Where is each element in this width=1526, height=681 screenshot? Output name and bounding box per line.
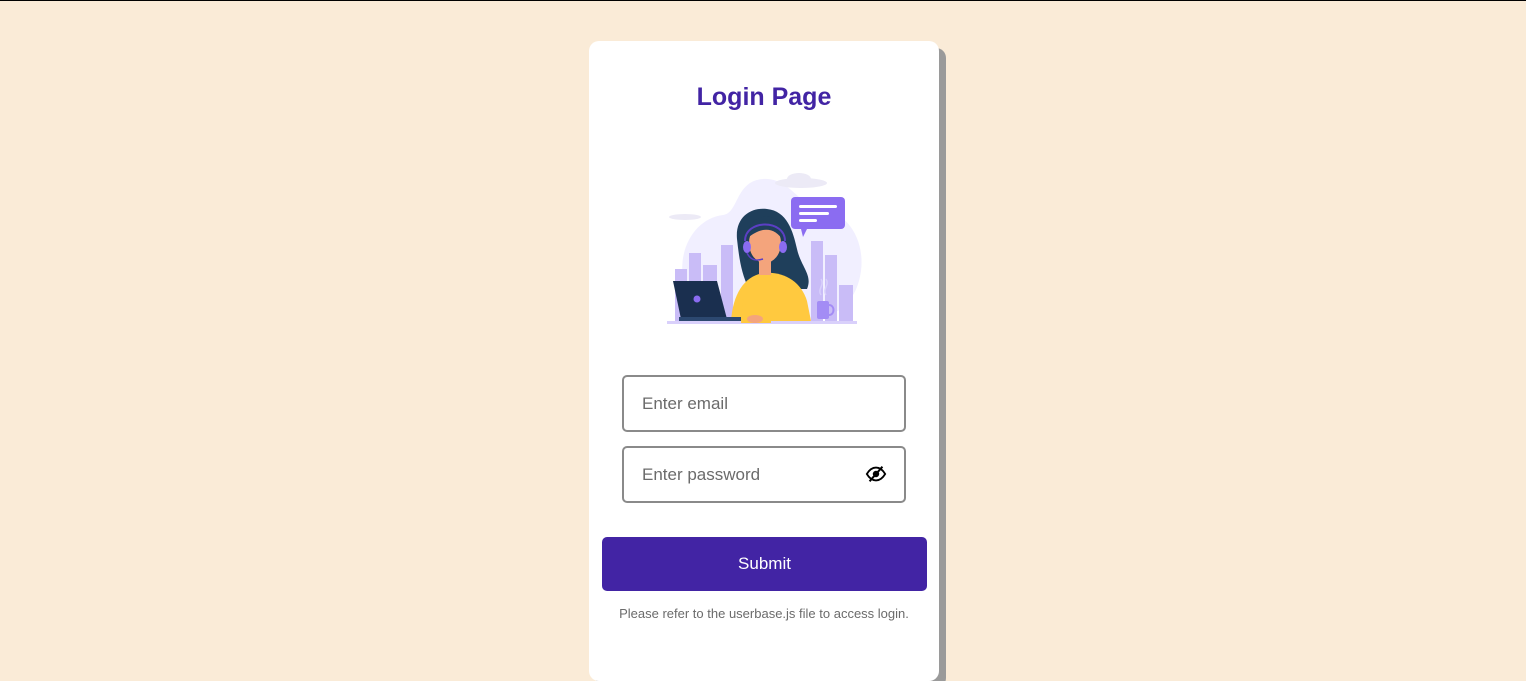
email-input[interactable] bbox=[624, 377, 904, 430]
login-card: Login Page Enter email Submit Please ref… bbox=[589, 41, 939, 681]
page-title: Login Page bbox=[696, 83, 832, 111]
login-hint-text: Please refer to the userbase.js file to … bbox=[619, 606, 909, 621]
customer-support-illustration bbox=[667, 173, 862, 324]
eye-slash-icon[interactable] bbox=[865, 463, 887, 485]
password-field[interactable] bbox=[622, 446, 906, 503]
password-input[interactable] bbox=[624, 448, 904, 501]
submit-button[interactable]: Submit bbox=[602, 537, 927, 591]
email-field[interactable] bbox=[622, 375, 906, 432]
